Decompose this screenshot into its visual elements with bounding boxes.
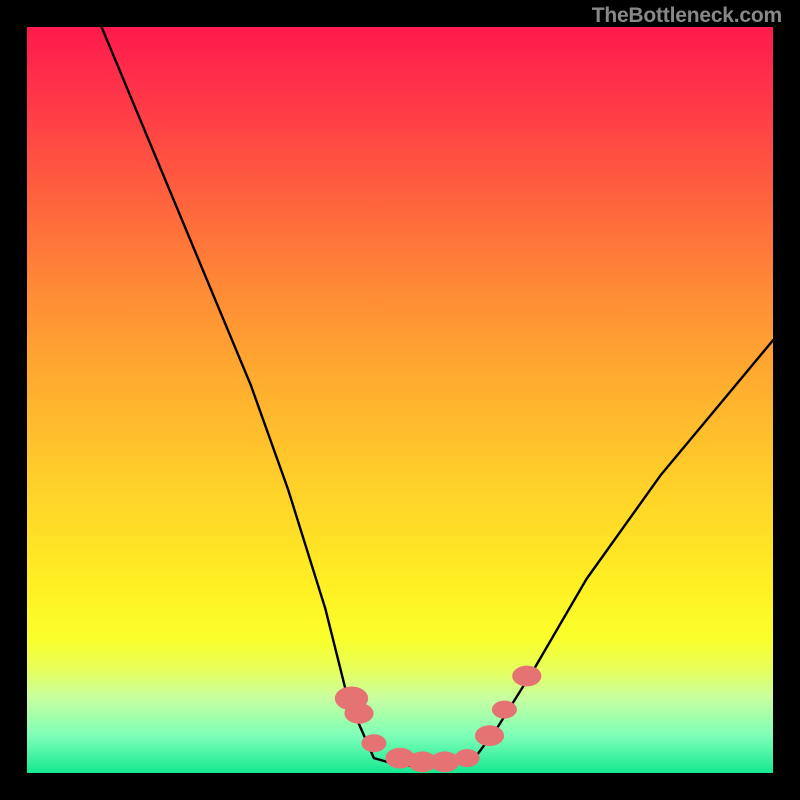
marker-group	[335, 666, 542, 773]
data-marker	[361, 734, 386, 752]
data-marker	[475, 725, 504, 746]
chart-frame: TheBottleneck.com	[0, 0, 800, 800]
data-marker	[492, 701, 517, 719]
curve-path	[102, 27, 773, 766]
watermark-text: TheBottleneck.com	[592, 4, 782, 28]
data-marker	[430, 751, 459, 772]
chart-plot-area	[27, 27, 773, 773]
data-marker	[344, 703, 373, 724]
data-marker	[455, 749, 480, 767]
data-marker	[512, 666, 541, 687]
chart-svg	[27, 27, 773, 773]
bottleneck-curve	[102, 27, 773, 766]
